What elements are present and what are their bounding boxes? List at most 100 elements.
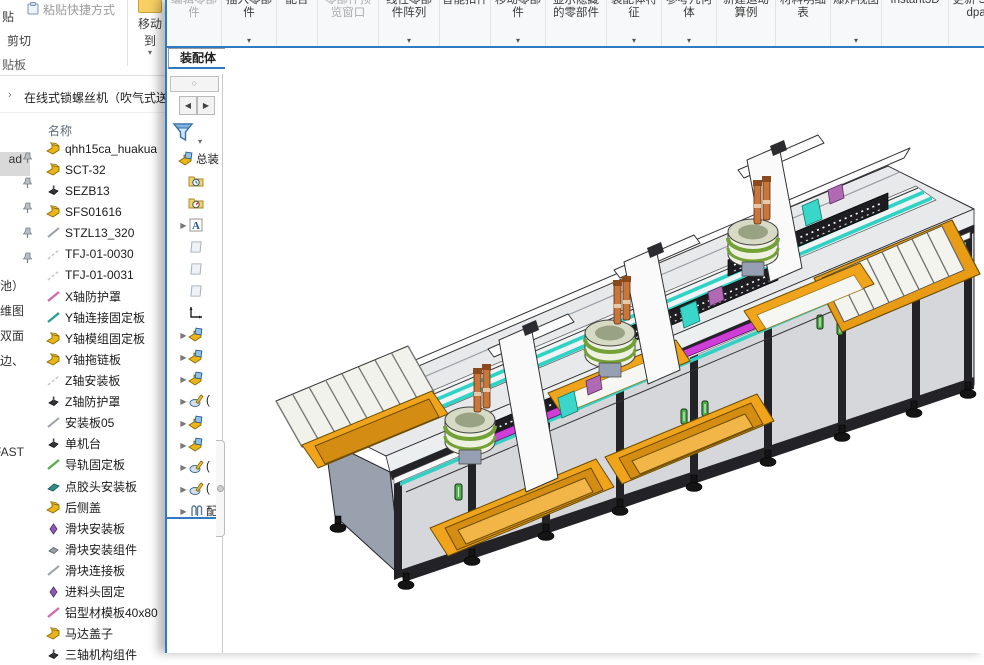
ribbon-button[interactable]: 爆炸视图 ▾ xyxy=(831,0,882,46)
sidebar-item[interactable] xyxy=(0,248,38,273)
file-row[interactable]: 导轨固定板 xyxy=(40,454,165,475)
tree-row-label: ( xyxy=(206,461,210,473)
expand-arrow-icon[interactable]: ▶ xyxy=(179,331,188,340)
display-pane-splitter[interactable]: ○ xyxy=(170,76,219,92)
file-row[interactable]: SFS01616 xyxy=(40,201,165,222)
sidebar-item[interactable] xyxy=(0,173,38,198)
expand-arrow-icon[interactable]: ▶ xyxy=(179,221,188,230)
move-to-button[interactable]: 移动到 ▾ xyxy=(133,0,167,57)
rollback-bar[interactable] xyxy=(167,517,221,519)
file-row[interactable]: 进料头固定 xyxy=(40,581,165,602)
file-row[interactable]: TFJ-01-0031 xyxy=(40,265,165,286)
ribbon-button[interactable]: 参考几何体▾ xyxy=(662,0,717,46)
ribbon-button[interactable]: 材料明细表 xyxy=(776,0,831,46)
ribbon-button[interactable]: 移动零部件▾ xyxy=(491,0,546,46)
paste-button-partial[interactable]: 贴 xyxy=(2,8,14,25)
ribbon-button[interactable]: 配合 xyxy=(277,0,318,46)
tree-row[interactable] xyxy=(167,192,222,214)
tree-row[interactable] xyxy=(167,236,222,258)
file-row[interactable]: Y轴拖链板 xyxy=(40,349,165,370)
file-type-icon xyxy=(46,331,61,346)
chevron-down-icon[interactable]: ▾ xyxy=(607,37,661,45)
file-row[interactable]: qhh15ca_huakua xyxy=(40,138,165,159)
chevron-down-icon[interactable]: ▾ xyxy=(491,37,545,45)
column-header-name[interactable]: 名称 xyxy=(48,122,72,139)
tree-filter-button[interactable]: ▾ xyxy=(171,120,202,146)
sidebar-item[interactable]: FAST xyxy=(0,441,38,466)
paste-shortcut-button[interactable]: 粘贴快捷方式 xyxy=(27,1,115,18)
file-row[interactable]: SEZB13 xyxy=(40,180,165,201)
tree-row[interactable]: ▶A xyxy=(167,214,222,236)
sidebar-item[interactable]: 维图 xyxy=(0,298,38,323)
file-row[interactable]: Y轴模组固定板 xyxy=(40,328,165,349)
tree-row[interactable]: ▶ xyxy=(167,324,222,346)
ribbon-button[interactable]: 智能扣件 xyxy=(440,0,491,46)
sidebar-item[interactable]: ad xyxy=(0,148,38,173)
tree-row[interactable]: ▶( xyxy=(167,456,222,478)
expand-arrow-icon[interactable]: ▶ xyxy=(179,463,188,472)
tree-row[interactable]: ▶ xyxy=(167,412,222,434)
expand-arrow-icon[interactable]: ▶ xyxy=(179,419,188,428)
sidebar-item[interactable]: 封边、 xyxy=(0,348,38,373)
expand-arrow-icon[interactable]: ▶ xyxy=(179,397,188,406)
file-row[interactable]: Y轴连接固定板 xyxy=(40,307,165,328)
scroll-right-arrow-icon[interactable]: ▶ xyxy=(197,96,215,115)
tree-row[interactable]: ▶( xyxy=(167,478,222,500)
chevron-down-icon[interactable]: ▾ xyxy=(831,37,881,45)
cut-button[interactable]: 剪切 xyxy=(7,32,31,49)
file-row[interactable]: STZL13_320 xyxy=(40,222,165,243)
chevron-down-icon[interactable]: ▾ xyxy=(379,37,439,45)
ribbon-button[interactable]: Instant3D xyxy=(882,0,949,46)
tab-装配体[interactable]: 装配体 xyxy=(168,48,228,69)
file-row[interactable]: 安装板05 xyxy=(40,412,165,433)
file-row[interactable]: 滑块安装板 xyxy=(40,518,165,539)
file-row[interactable]: X轴防护罩 xyxy=(40,286,165,307)
file-row[interactable]: TFJ-01-0030 xyxy=(40,243,165,264)
tree-row[interactable] xyxy=(167,258,222,280)
tree-row[interactable]: 总装 xyxy=(167,148,222,170)
file-row[interactable]: 三轴机构组件 xyxy=(40,644,165,665)
tree-row[interactable] xyxy=(167,170,222,192)
tree-row[interactable] xyxy=(167,302,222,324)
ribbon-button[interactable]: 显示隐藏的零部件 xyxy=(546,0,607,46)
sidebar-item[interactable]: 电池） xyxy=(0,273,38,298)
file-row[interactable]: 点胶头安装板 xyxy=(40,476,165,497)
breadcrumb[interactable]: › 在线式锁螺丝机（吹气式送 xyxy=(0,86,165,108)
chevron-down-icon[interactable]: ▾ xyxy=(222,37,276,45)
expand-arrow-icon[interactable]: ▶ xyxy=(179,441,188,450)
ribbon-button[interactable]: 插入零部件▾ xyxy=(222,0,277,46)
sidebar-item[interactable] xyxy=(0,198,38,223)
file-row[interactable]: 滑块连接板 xyxy=(40,560,165,581)
ribbon-button[interactable]: 更新 Speedpak xyxy=(949,0,984,46)
tree-row[interactable]: ▶( xyxy=(167,390,222,412)
asm-icon xyxy=(188,371,204,387)
chevron-down-icon[interactable]: ▾ xyxy=(662,37,716,45)
ribbon-button-label: 更新 Speedpak xyxy=(949,0,984,20)
file-row[interactable]: SCT-32 xyxy=(40,159,165,180)
expand-arrow-icon[interactable]: ▶ xyxy=(179,485,188,494)
sidebar-item[interactable]: 双面 xyxy=(0,323,38,348)
graphics-viewport[interactable] xyxy=(225,48,984,653)
ribbon-button-label: 爆炸视图 xyxy=(831,0,881,7)
tree-row[interactable]: ▶ xyxy=(167,434,222,456)
ribbon-button[interactable]: 线性零部件阵列▾ xyxy=(379,0,440,46)
panel-splitter-handle[interactable] xyxy=(216,440,225,537)
file-row[interactable]: 单机台 xyxy=(40,433,165,454)
file-row[interactable]: Z轴防护罩 xyxy=(40,391,165,412)
file-row[interactable]: Z轴安装板 xyxy=(40,370,165,391)
sidebar-item[interactable] xyxy=(0,223,38,248)
file-row[interactable]: 铝型材模板40x80 xyxy=(40,602,165,623)
expand-arrow-icon[interactable]: ▶ xyxy=(179,375,188,384)
file-row[interactable]: 马达盖子 xyxy=(40,623,165,644)
expand-arrow-icon[interactable]: ▶ xyxy=(179,353,188,362)
expand-arrow-icon[interactable]: ▶ xyxy=(179,507,188,516)
file-row[interactable]: 滑块安装组件 xyxy=(40,539,165,560)
ribbon-button[interactable]: 新建运动算例 xyxy=(717,0,776,46)
ribbon-button[interactable]: 装配体特征▾ xyxy=(607,0,662,46)
file-row[interactable]: 后侧盖 xyxy=(40,497,165,518)
tree-row[interactable] xyxy=(167,280,222,302)
scroll-left-arrow-icon[interactable]: ◀ xyxy=(179,96,197,115)
tree-row[interactable]: ▶ xyxy=(167,346,222,368)
tree-row[interactable]: ▶ xyxy=(167,368,222,390)
sidebar-item-label: FAST xyxy=(0,445,24,459)
